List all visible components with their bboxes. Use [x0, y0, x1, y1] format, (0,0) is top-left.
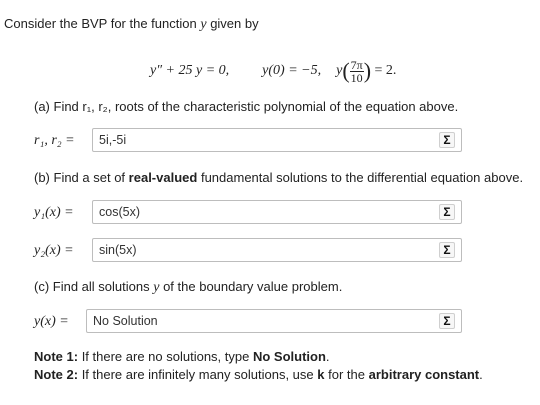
y2-label: y₂(x) = — [34, 243, 74, 258]
bc2-value: = 2. — [374, 63, 397, 79]
part-c-prompt: (c) Find all solutions y of the boundary… — [34, 279, 343, 295]
bc1-text: y(0) = −5, — [262, 63, 322, 79]
sigma-icon[interactable]: Σ — [439, 204, 455, 220]
intro-text: Consider the BVP for the function y give… — [4, 16, 259, 32]
part-b-prompt: (b) Find a set of real-valued fundamenta… — [34, 170, 524, 185]
y1-answer-field[interactable]: cos(5x) Σ — [92, 200, 462, 224]
part-a-label: r₁, r₂ = — [34, 133, 75, 148]
roots-answer-field[interactable]: 5i,-5i Σ — [92, 128, 462, 152]
solution-answer-field[interactable]: No Solution Σ — [86, 309, 462, 333]
part-a-prompt: (a) Find r₁, r₂, roots of the characteri… — [34, 99, 459, 114]
note-2: Note 2: If there are infinitely many sol… — [34, 367, 483, 382]
y-solution-label: y(x) = — [34, 314, 69, 329]
sigma-icon[interactable]: Σ — [439, 242, 455, 258]
y1-label: y₁(x) = — [34, 205, 74, 220]
y2-answer-field[interactable]: sin(5x) Σ — [92, 238, 462, 262]
sigma-icon[interactable]: Σ — [439, 313, 455, 329]
note-1: Note 1: If there are no solutions, type … — [34, 349, 330, 364]
bvp-equation: y″ + 25 y = 0, y(0) = −5, y(7π 10) = 2. — [150, 57, 397, 85]
ode-text: y″ + 25 y = 0, — [150, 63, 230, 79]
bc2-fraction: 7π 10 — [349, 57, 364, 85]
sigma-icon[interactable]: Σ — [439, 132, 455, 148]
